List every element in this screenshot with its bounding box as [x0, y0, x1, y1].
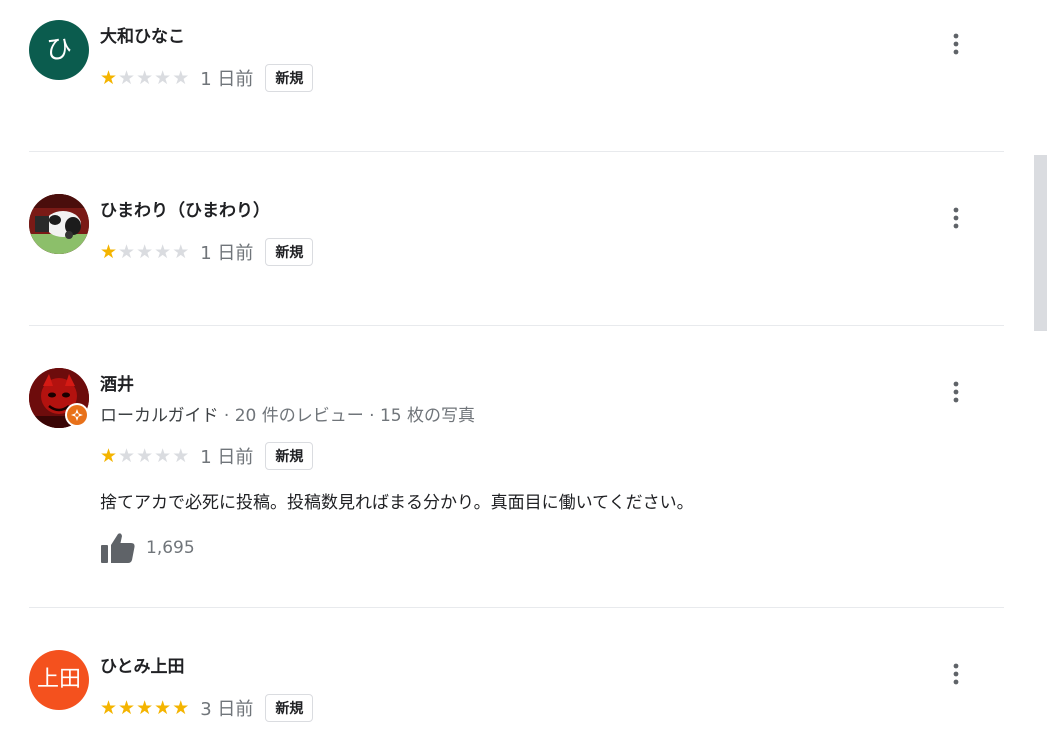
avatar[interactable]: ひ — [29, 20, 89, 80]
scrollbar-thumb[interactable] — [1034, 155, 1047, 331]
rating-row: ★ ★ ★ ★ ★ 3 日前 新規 — [100, 693, 314, 723]
review-time: 1 日前 — [200, 243, 254, 264]
local-guide-info[interactable]: ローカルガイド · 20 件のレビュー · 15 枚の写真 — [100, 401, 475, 426]
more-vert-icon — [953, 207, 959, 229]
star-icon: ★ — [118, 444, 136, 467]
more-vert-icon — [953, 381, 959, 403]
avatar-initial: 上田 — [36, 667, 81, 692]
new-badge: 新規 — [265, 694, 314, 722]
review-time: 1 日前 — [200, 69, 254, 90]
star-icon: ★ — [136, 696, 154, 719]
star-icon: ★ — [100, 696, 118, 719]
review-time: 1 日前 — [200, 447, 254, 468]
rating-row: ★ ★ ★ ★ ★ 1 日前 新規 — [100, 441, 314, 471]
avatar-initial: ひ — [45, 35, 72, 65]
star-icon: ★ — [136, 444, 154, 467]
star-icon: ★ — [154, 444, 172, 467]
local-guide-label: ローカルガイド — [100, 406, 219, 426]
more-options-button[interactable] — [940, 28, 972, 60]
new-badge: 新規 — [265, 442, 314, 470]
more-options-button[interactable] — [940, 658, 972, 690]
like-count: 1,695 — [146, 538, 195, 558]
divider — [29, 607, 1004, 608]
divider — [29, 151, 1004, 152]
reviewer-name[interactable]: ひとみ上田 — [100, 652, 185, 677]
more-options-button[interactable] — [940, 202, 972, 234]
star-icon: ★ — [100, 240, 118, 263]
star-rating: ★ ★ ★ ★ ★ — [100, 696, 190, 719]
more-vert-icon — [953, 663, 959, 685]
star-icon: ★ — [100, 66, 118, 89]
star-icon: ★ — [136, 66, 154, 89]
rating-row: ★ ★ ★ ★ ★ 1 日前 新規 — [100, 63, 314, 93]
reviewer-name[interactable]: 酒井 — [100, 370, 134, 395]
divider — [29, 325, 1004, 326]
more-options-button[interactable] — [940, 376, 972, 408]
star-icon: ★ — [172, 66, 190, 89]
avatar[interactable] — [29, 194, 89, 254]
rating-row: ★ ★ ★ ★ ★ 1 日前 新規 — [100, 237, 314, 267]
thumb-up-icon — [101, 533, 135, 563]
local-guide-badge-icon — [65, 403, 89, 427]
review-time: 3 日前 — [200, 699, 254, 720]
star-icon: ★ — [172, 444, 190, 467]
avatar[interactable]: 上田 — [29, 650, 89, 710]
star-rating: ★ ★ ★ ★ ★ — [100, 444, 190, 467]
avatar-photo — [29, 194, 89, 254]
star-icon: ★ — [118, 696, 136, 719]
new-badge: 新規 — [265, 64, 314, 92]
reviewer-name[interactable]: ひまわり（ひまわり） — [100, 196, 270, 221]
review-text: 捨てアカで必死に投稿。投稿数見ればまる分かり。真面目に働いてください。 — [100, 493, 694, 513]
star-icon: ★ — [172, 696, 190, 719]
star-icon: ★ — [136, 240, 154, 263]
star-icon: ★ — [154, 240, 172, 263]
star-icon: ★ — [154, 696, 172, 719]
more-vert-icon — [953, 33, 959, 55]
like-button[interactable]: 1,695 — [100, 531, 195, 565]
star-icon: ★ — [172, 240, 190, 263]
star-rating: ★ ★ ★ ★ ★ — [100, 66, 190, 89]
star-icon: ★ — [118, 240, 136, 263]
star-rating: ★ ★ ★ ★ ★ — [100, 240, 190, 263]
reviewer-name[interactable]: 大和ひなこ — [100, 22, 185, 47]
guide-stats: · 20 件のレビュー · 15 枚の写真 — [223, 406, 475, 426]
star-icon: ★ — [154, 66, 172, 89]
new-badge: 新規 — [265, 238, 314, 266]
star-icon: ★ — [100, 444, 118, 467]
star-icon: ★ — [118, 66, 136, 89]
